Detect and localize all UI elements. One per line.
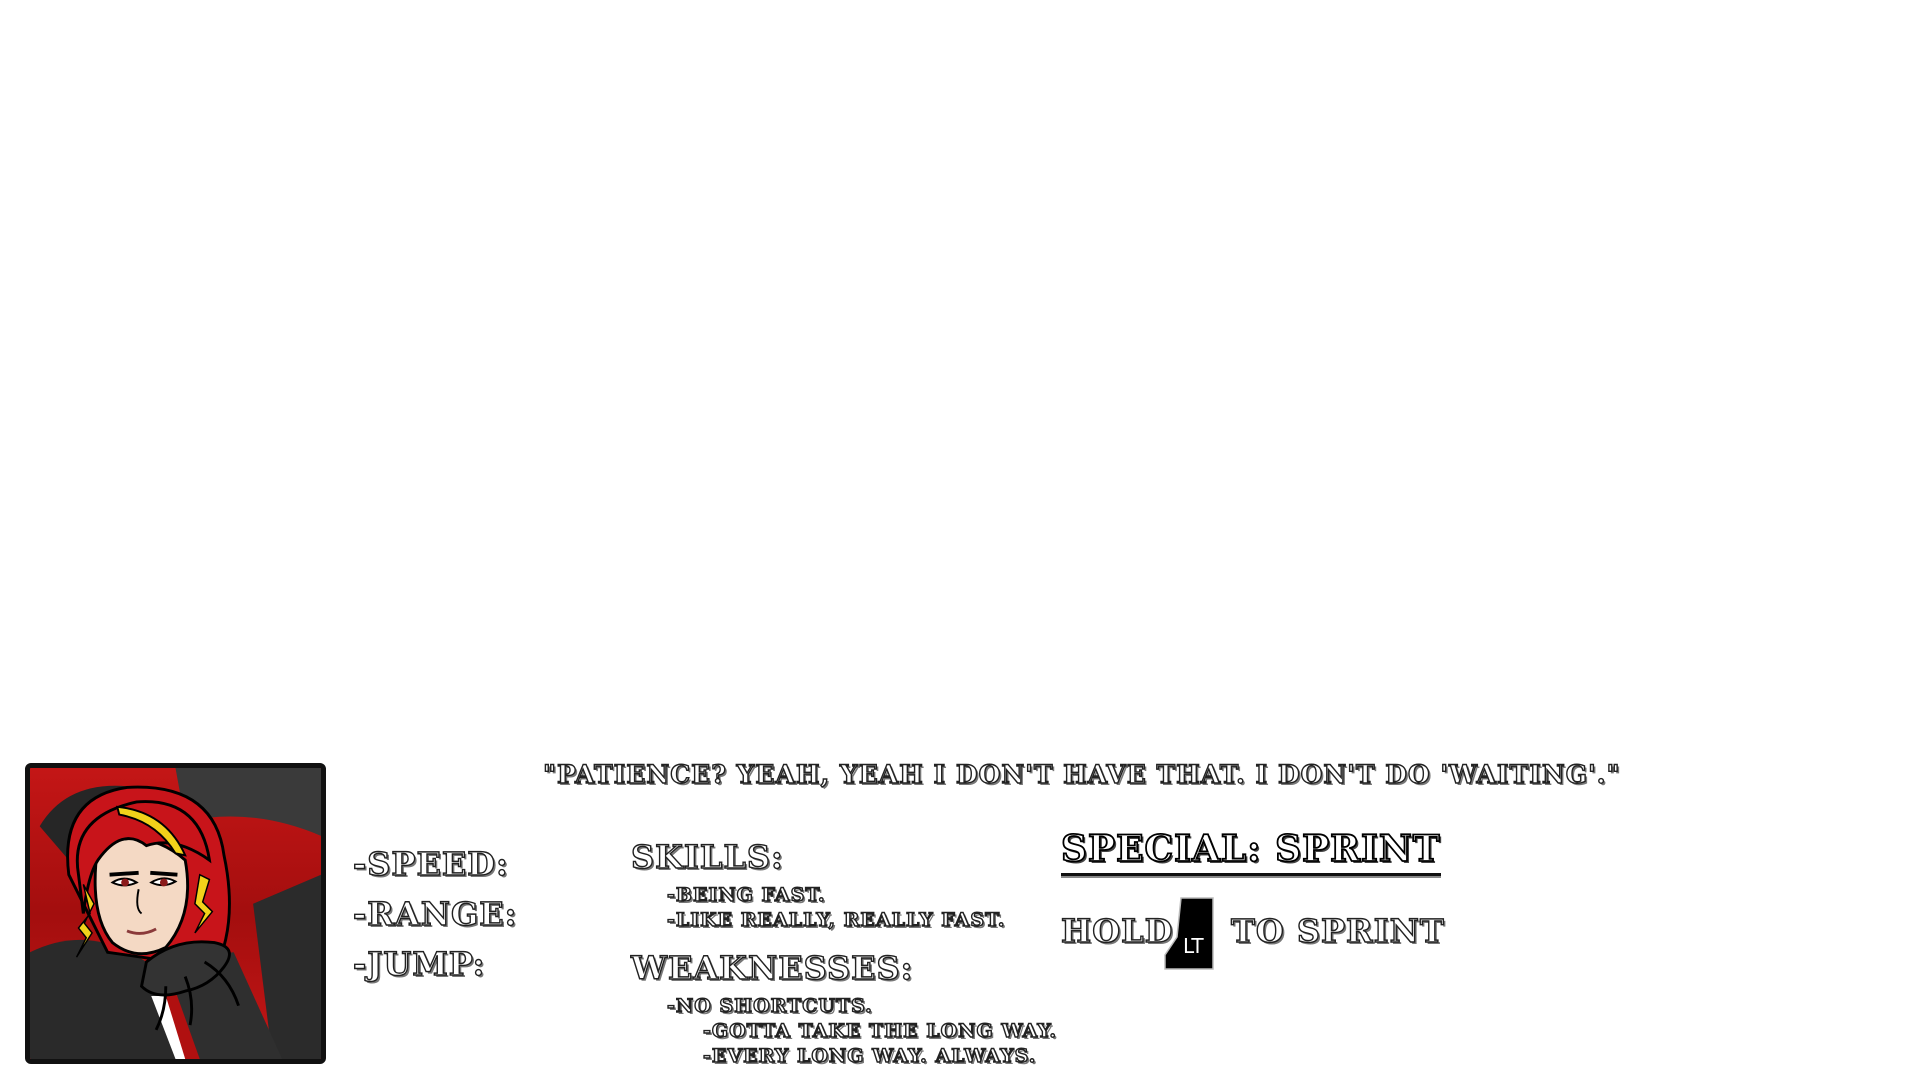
left-trigger-label: LT — [1183, 934, 1204, 958]
character-portrait — [25, 763, 326, 1064]
red-haired-character-portrait-icon — [30, 768, 321, 1059]
weakness-item: -Gotta take the long way. — [702, 1019, 1057, 1042]
skill-item: -Being fast. — [666, 883, 826, 906]
stat-speed-label: -Speed: — [352, 844, 509, 883]
special-ability-title: Special: Sprint — [1060, 827, 1441, 876]
skills-heading: Skills: — [630, 837, 784, 876]
weakness-item: -No shortcuts. — [666, 994, 873, 1017]
hold-label: Hold — [1060, 911, 1174, 950]
stat-jump-label: -Jump: — [352, 944, 486, 983]
left-trigger-icon: LT — [1163, 897, 1215, 971]
skill-item: -Like really, really fast. — [666, 908, 1006, 931]
sprint-action-label: to Sprint — [1230, 911, 1445, 950]
character-quote: "Patience? Yeah, yeah I don't have that.… — [542, 759, 1621, 789]
weaknesses-heading: Weaknesses: — [630, 948, 914, 987]
stat-range-label: -Range: — [352, 894, 518, 933]
weakness-item: -Every long way. Always. — [702, 1044, 1037, 1067]
